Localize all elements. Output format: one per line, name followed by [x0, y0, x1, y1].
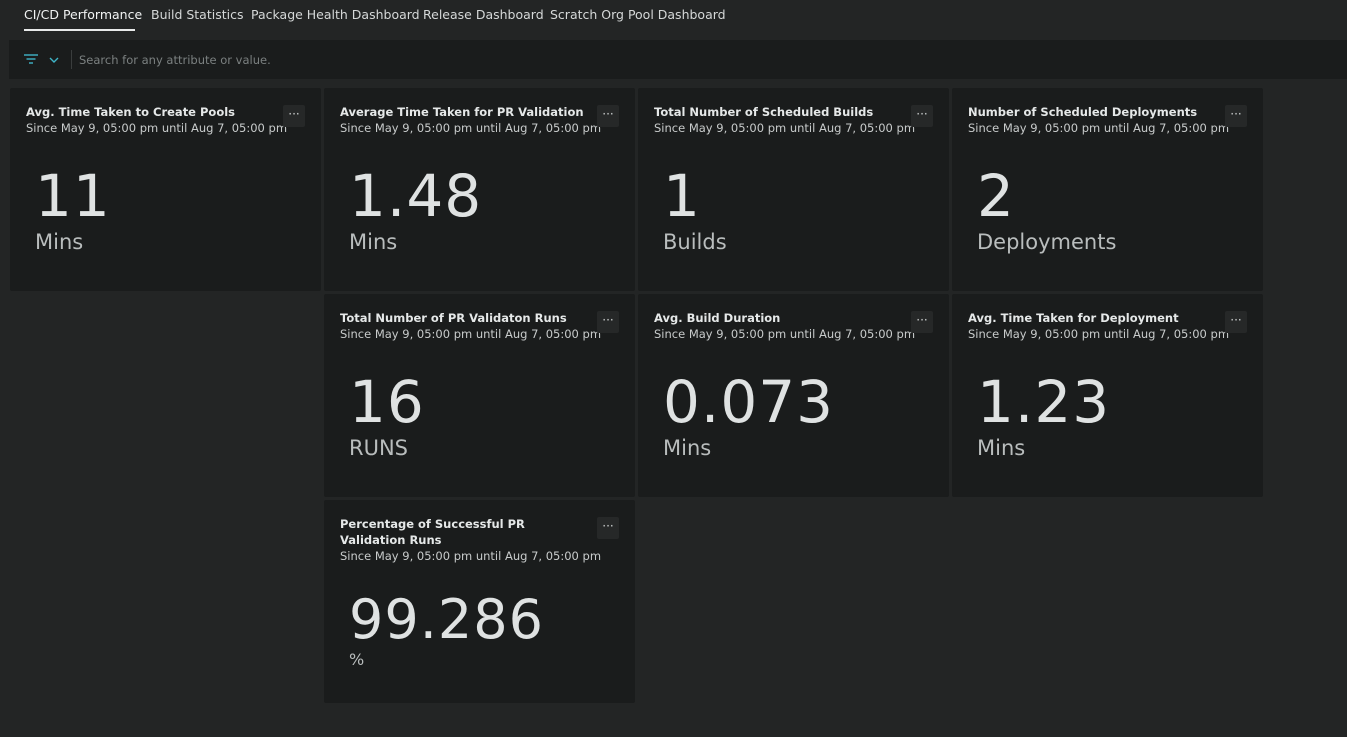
- search-input[interactable]: [77, 48, 681, 72]
- card-menu-button[interactable]: ···: [911, 105, 933, 127]
- metric-value: 99.286: [349, 588, 544, 651]
- metric-value: 2: [977, 162, 1015, 230]
- tab-build-statistics[interactable]: Build Statistics: [151, 7, 244, 22]
- card-title-text: Percentage of Successful PR Validation R…: [340, 517, 525, 547]
- billboard-card-scheduled-builds: Total Number of Scheduled Builds Since M…: [638, 88, 949, 291]
- filter-icon: [24, 54, 59, 64]
- card-title-text: Total Number of Scheduled Builds: [654, 105, 874, 119]
- card-menu-button[interactable]: ···: [911, 311, 933, 333]
- card-title-text: Avg. Time Taken to Create Pools: [26, 105, 236, 119]
- card-time-range: Since May 9, 05:00 pm until Aug 7, 05:00…: [968, 121, 1230, 135]
- metric-unit: Mins: [349, 230, 398, 254]
- billboard-card-avg-pr-validation-time: Average Time Taken for PR Validation Sin…: [324, 88, 635, 291]
- billboard-card-avg-build-duration: Avg. Build Duration Since May 9, 05:00 p…: [638, 294, 949, 497]
- card-title-text: Average Time Taken for PR Validation: [340, 105, 584, 119]
- card-title: Percentage of Successful PR Validation R…: [340, 516, 602, 564]
- card-time-range: Since May 9, 05:00 pm until Aug 7, 05:00…: [654, 327, 916, 341]
- metric-value: 1.23: [977, 368, 1111, 436]
- card-title-text: Avg. Time Taken for Deployment: [968, 311, 1179, 325]
- metric-value: 1.48: [349, 162, 483, 230]
- card-time-range: Since May 9, 05:00 pm until Aug 7, 05:00…: [340, 549, 602, 563]
- card-time-range: Since May 9, 05:00 pm until Aug 7, 05:00…: [654, 121, 916, 135]
- card-title: Total Number of PR Validaton Runs Since …: [340, 310, 602, 342]
- card-title: Number of Scheduled Deployments Since Ma…: [968, 104, 1230, 136]
- card-title-text: Number of Scheduled Deployments: [968, 105, 1198, 119]
- filter-divider: [71, 50, 72, 69]
- metric-value: 1: [663, 162, 701, 230]
- card-title-text: Total Number of PR Validaton Runs: [340, 311, 567, 325]
- card-time-range: Since May 9, 05:00 pm until Aug 7, 05:00…: [968, 327, 1230, 341]
- card-title: Total Number of Scheduled Builds Since M…: [654, 104, 916, 136]
- active-tab-indicator: [24, 29, 135, 31]
- billboard-card-pr-validation-success-rate: Percentage of Successful PR Validation R…: [324, 500, 635, 703]
- metric-unit: %: [349, 650, 365, 669]
- billboard-card-scheduled-deployments: Number of Scheduled Deployments Since Ma…: [952, 88, 1263, 291]
- metric-value: 0.073: [663, 368, 835, 436]
- metric-unit: Builds: [663, 230, 727, 254]
- card-menu-button[interactable]: ···: [1225, 311, 1247, 333]
- metric-unit: Mins: [35, 230, 84, 254]
- card-time-range: Since May 9, 05:00 pm until Aug 7, 05:00…: [340, 327, 602, 341]
- billboard-card-avg-pool-creation-time: Avg. Time Taken to Create Pools Since Ma…: [10, 88, 321, 291]
- card-menu-button[interactable]: ···: [597, 517, 619, 539]
- card-title: Avg. Time Taken to Create Pools Since Ma…: [26, 104, 288, 136]
- card-menu-button[interactable]: ···: [597, 105, 619, 127]
- tab-package-health-dashboard[interactable]: Package Health Dashboard: [251, 7, 420, 22]
- metric-unit: Mins: [663, 436, 712, 460]
- card-time-range: Since May 9, 05:00 pm until Aug 7, 05:00…: [26, 121, 288, 135]
- chevron-down-icon: [49, 57, 59, 63]
- metric-value: 11: [35, 162, 111, 230]
- card-title: Avg. Build Duration Since May 9, 05:00 p…: [654, 310, 916, 342]
- metric-unit: Mins: [977, 436, 1026, 460]
- billboard-card-avg-deployment-time: Avg. Time Taken for Deployment Since May…: [952, 294, 1263, 497]
- card-menu-button[interactable]: ···: [597, 311, 619, 333]
- dashboard-tabs: CI/CD Performance Build Statistics Packa…: [0, 0, 1347, 34]
- card-time-range: Since May 9, 05:00 pm until Aug 7, 05:00…: [340, 121, 602, 135]
- card-menu-button[interactable]: ···: [1225, 105, 1247, 127]
- metric-unit: Deployments: [977, 230, 1117, 254]
- card-menu-button[interactable]: ···: [283, 105, 305, 127]
- tab-cicd-performance[interactable]: CI/CD Performance: [24, 7, 142, 22]
- tab-release-dashboard[interactable]: Release Dashboard: [423, 7, 544, 22]
- metric-unit: RUNS: [349, 436, 409, 460]
- filter-toggle-button[interactable]: [23, 51, 69, 69]
- card-title: Avg. Time Taken for Deployment Since May…: [968, 310, 1230, 342]
- filter-bar: [9, 40, 1347, 79]
- card-title-text: Avg. Build Duration: [654, 311, 781, 325]
- metric-value: 16: [349, 368, 425, 436]
- billboard-card-pr-validation-runs: Total Number of PR Validaton Runs Since …: [324, 294, 635, 497]
- tab-scratch-org-pool-dashboard[interactable]: Scratch Org Pool Dashboard: [550, 7, 726, 22]
- card-title: Average Time Taken for PR Validation Sin…: [340, 104, 602, 136]
